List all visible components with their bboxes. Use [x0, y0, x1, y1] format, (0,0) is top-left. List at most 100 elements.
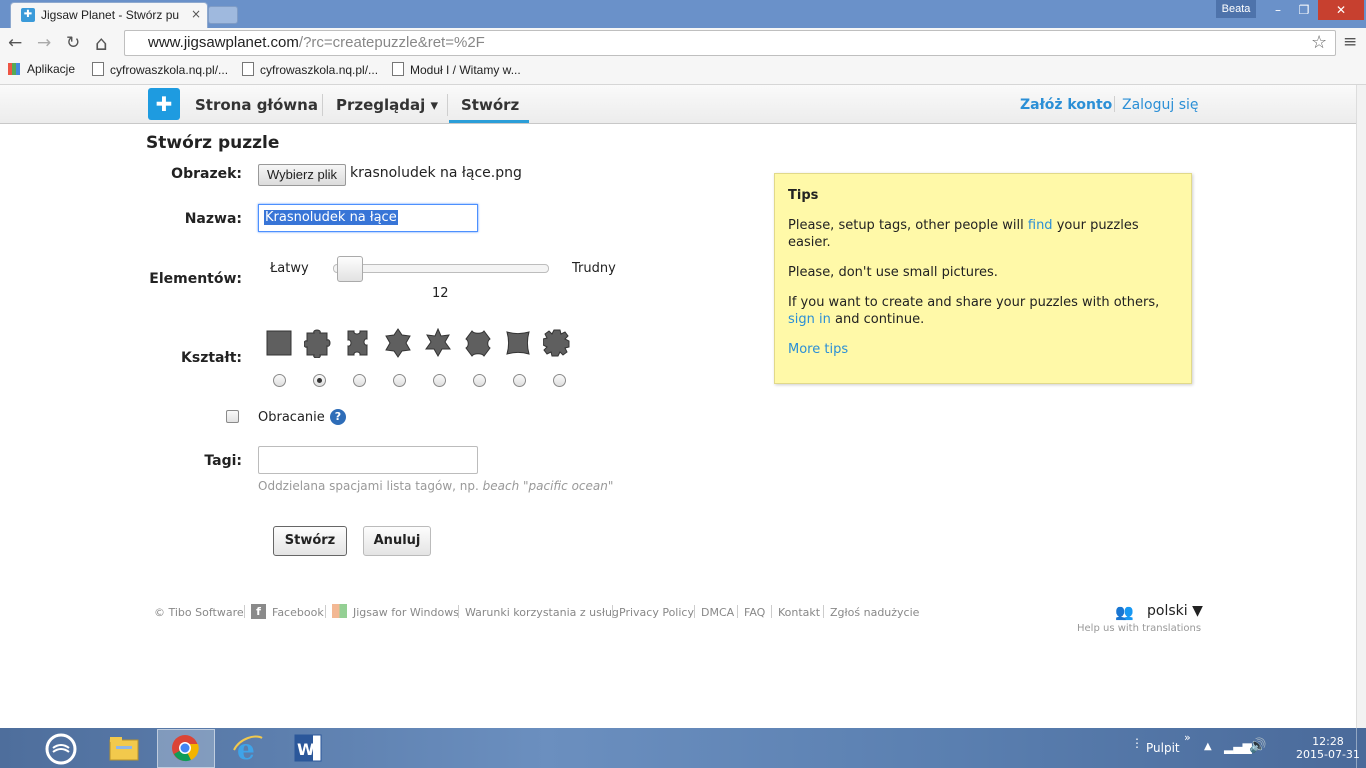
- shape-classic-icon[interactable]: [304, 328, 332, 358]
- bookmark-star-icon[interactable]: ☆: [1311, 32, 1327, 53]
- home-icon[interactable]: ⌂: [95, 31, 108, 55]
- word-icon[interactable]: W: [292, 732, 324, 764]
- footer-report[interactable]: Zgłoś nadużycie: [830, 606, 919, 619]
- shape-radio[interactable]: [513, 374, 526, 387]
- page-title: Stwórz puzzle: [146, 133, 280, 153]
- footer-copyright[interactable]: © Tibo Software: [154, 606, 244, 619]
- url-host: www.jigsawplanet.com: [148, 34, 299, 51]
- svg-text:W: W: [297, 740, 315, 759]
- show-desktop-button[interactable]: [1356, 728, 1366, 768]
- reload-icon[interactable]: ↻: [66, 33, 80, 53]
- tray-clock[interactable]: 12:28 2015-07-31: [1296, 735, 1360, 761]
- shape-star-icon[interactable]: [424, 328, 452, 358]
- footer-dmca[interactable]: DMCA: [701, 606, 734, 619]
- language-selector[interactable]: polski ▼: [1147, 603, 1203, 619]
- network-signal-icon[interactable]: ▂▄▆: [1224, 740, 1252, 754]
- bookmark-label: Moduł I / Witamy w...: [410, 63, 521, 77]
- choose-file-button[interactable]: Wybierz plik: [258, 164, 346, 186]
- tip-text: and continue.: [835, 312, 925, 327]
- tags-hint: Oddzielana spacjami lista tagów, np. bea…: [258, 479, 613, 493]
- forward-icon[interactable]: →: [37, 33, 51, 53]
- new-tab-button[interactable]: [208, 6, 238, 24]
- shape-label: Kształt:: [181, 350, 242, 366]
- footer-windows[interactable]: Jigsaw for Windows: [353, 606, 459, 619]
- shape-gear-icon[interactable]: [543, 328, 571, 358]
- shape-radio[interactable]: [473, 374, 486, 387]
- help-icon[interactable]: ?: [330, 409, 346, 425]
- footer-facebook[interactable]: Facebook: [272, 606, 324, 619]
- footer-divider: [694, 605, 695, 618]
- shape-curved-icon[interactable]: [504, 328, 532, 358]
- profile-badge[interactable]: Beata: [1216, 0, 1256, 18]
- url-path: /?rc=createpuzzle&ret=%2F: [298, 34, 485, 51]
- rotation-checkbox[interactable]: [226, 410, 239, 423]
- minimize-button[interactable]: –: [1262, 0, 1294, 20]
- start-button-icon[interactable]: [44, 732, 78, 766]
- pieces-slider-track[interactable]: [333, 264, 549, 273]
- tip-text: If you want to create and share your puz…: [788, 295, 1160, 310]
- file-name: krasnoludek na łące.png: [350, 165, 522, 181]
- bookmark-item[interactable]: Moduł I / Witamy w...: [392, 62, 521, 77]
- tray-grip-icon: ⋮: [1131, 736, 1143, 750]
- tags-input[interactable]: [258, 446, 478, 474]
- pieces-slider-handle[interactable]: [337, 256, 363, 282]
- footer-terms[interactable]: Warunki korzystania z usług: [465, 606, 619, 619]
- login-link[interactable]: Zaloguj się: [1122, 97, 1199, 113]
- url-text[interactable]: www.jigsawplanet.com/?rc=createpuzzle&re…: [148, 34, 485, 51]
- nav-create[interactable]: Stwórz: [461, 96, 519, 114]
- find-link[interactable]: find: [1028, 218, 1053, 233]
- nav-browse[interactable]: Przeglądaj ▾: [336, 96, 438, 114]
- desktop-toolbar-label[interactable]: Pulpit: [1146, 741, 1180, 755]
- tab-close-icon[interactable]: ×: [191, 7, 201, 21]
- maximize-button[interactable]: ❐: [1292, 0, 1316, 20]
- tray-overflow-icon[interactable]: ▲: [1204, 741, 1212, 752]
- shape-rounded-icon[interactable]: [384, 328, 412, 358]
- shape-radio[interactable]: [433, 374, 446, 387]
- bookmark-item[interactable]: cyfrowaszkola.nq.pl/...: [92, 62, 228, 77]
- page-scrollbar[interactable]: [1356, 85, 1366, 728]
- shape-radio[interactable]: [553, 374, 566, 387]
- shape-radio[interactable]: [393, 374, 406, 387]
- bookmark-label: cyfrowaszkola.nq.pl/...: [110, 63, 229, 77]
- footer-faq[interactable]: FAQ: [744, 606, 765, 619]
- tip-tags: Please, setup tags, other people will fi…: [788, 217, 1183, 251]
- footer-divider: [771, 605, 772, 618]
- translations-link[interactable]: Help us with translations: [1077, 623, 1201, 634]
- internet-explorer-icon[interactable]: e: [232, 732, 264, 764]
- close-window-button[interactable]: ✕: [1318, 0, 1364, 20]
- footer-divider: [325, 605, 326, 618]
- shape-square-icon[interactable]: [265, 328, 293, 358]
- tab-title: Jigsaw Planet - Stwórz pu: [41, 8, 180, 22]
- sign-in-link[interactable]: sign in: [788, 312, 831, 327]
- file-explorer-icon[interactable]: [108, 734, 140, 764]
- bookmark-item[interactable]: cyfrowaszkola.nq.pl/...: [242, 62, 378, 77]
- name-input[interactable]: Krasnoludek na łące: [258, 204, 478, 232]
- footer-privacy[interactable]: Privacy Policy: [619, 606, 694, 619]
- volume-icon[interactable]: 🔊: [1249, 738, 1266, 754]
- facebook-icon[interactable]: f: [251, 604, 266, 619]
- shape-hexagon-icon[interactable]: [464, 328, 492, 358]
- shape-radio[interactable]: [273, 374, 286, 387]
- cancel-button[interactable]: Anuluj: [363, 526, 431, 556]
- chrome-icon[interactable]: [170, 733, 200, 763]
- shape-radio[interactable]: [353, 374, 366, 387]
- apps-grid-icon: [8, 63, 20, 75]
- difficulty-hard-label: Trudny: [572, 261, 616, 276]
- nav-home[interactable]: Strona główna: [195, 96, 318, 114]
- tip-text: Please, setup tags, other people will: [788, 218, 1024, 233]
- page-icon: [392, 62, 404, 76]
- more-tips-link[interactable]: More tips: [788, 341, 848, 358]
- footer-contact[interactable]: Kontakt: [778, 606, 820, 619]
- toolbar-expand-icon[interactable]: »: [1184, 731, 1191, 744]
- bookmark-apps[interactable]: Aplikacje: [27, 62, 75, 76]
- browser-menu-icon[interactable]: ≡: [1343, 32, 1357, 52]
- shape-radio-selected[interactable]: [313, 374, 326, 387]
- shape-classic-alt-icon[interactable]: [344, 328, 372, 358]
- header-divider: [1114, 96, 1115, 112]
- signup-link[interactable]: Załóż konto: [1020, 97, 1112, 113]
- jigsaw-logo-icon[interactable]: ✚: [148, 88, 180, 120]
- back-icon[interactable]: ←: [8, 33, 22, 53]
- footer-divider: [823, 605, 824, 618]
- browser-tab-active[interactable]: ✚ Jigsaw Planet - Stwórz pu ×: [10, 2, 208, 29]
- create-button[interactable]: Stwórz: [273, 526, 347, 556]
